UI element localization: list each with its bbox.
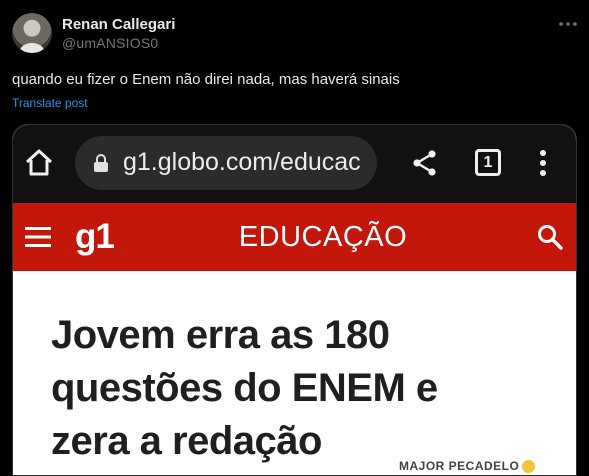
headline-line: Jovem erra as 180 <box>51 313 390 357</box>
avatar[interactable] <box>12 13 52 53</box>
tab-switcher-icon: 1 <box>475 149 501 176</box>
home-icon <box>25 149 53 176</box>
more-icon <box>559 22 577 26</box>
watermark-text: MAJOR PECADELO <box>399 459 520 473</box>
display-name[interactable]: Renan Callegari <box>62 16 175 33</box>
g1-site-header: g1 EDUCAÇÃO <box>13 203 576 271</box>
tweet-media-image[interactable]: g1.globo.com/educac 1 g1 EDUCAÇÃO Jovem … <box>12 124 577 476</box>
tweet-text: quando eu fizer o Enem não direi nada, m… <box>12 71 400 88</box>
g1-logo: g1 <box>75 217 115 256</box>
translate-post-link[interactable]: Translate post <box>12 96 88 110</box>
hamburger-menu-icon <box>25 227 51 247</box>
address-bar: g1.globo.com/educac <box>75 136 377 190</box>
browser-toolbar: g1.globo.com/educac 1 <box>13 125 576 203</box>
headline-line: questões do ENEM e <box>51 366 438 410</box>
share-icon <box>413 150 436 176</box>
search-icon <box>538 225 563 250</box>
lock-icon <box>94 154 108 172</box>
article-headline: Jovem erra as 180 questões do ENEM e zer… <box>51 309 551 468</box>
emoji-icon <box>522 460 536 474</box>
more-options-button[interactable] <box>556 12 580 36</box>
user-handle[interactable]: @umANSIOS0 <box>62 35 158 51</box>
watermark: MAJOR PECADELO <box>399 459 536 474</box>
url-text: g1.globo.com/educac <box>123 148 361 176</box>
section-title: EDUCAÇÃO <box>238 221 408 253</box>
menu-dots-icon <box>540 150 546 176</box>
